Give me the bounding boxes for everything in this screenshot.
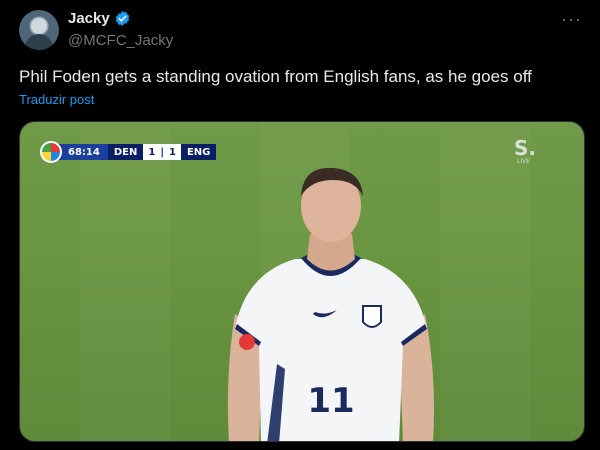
avatar-head xyxy=(31,18,47,34)
author-handle[interactable]: @MCFC_Jacky xyxy=(68,32,173,49)
pitch-stripe xyxy=(440,122,530,441)
tweet: Jacky @MCFC_Jacky ··· Phil Foden gets a … xyxy=(0,0,600,450)
author-display-name[interactable]: Jacky xyxy=(68,10,110,27)
tweet-media-video[interactable]: 68:14 DEN 1 | 1 ENG S. LIVE 11 xyxy=(19,121,585,442)
avatar[interactable] xyxy=(19,10,59,50)
tweet-text: Phil Foden gets a standing ovation from … xyxy=(19,67,532,86)
match-clock: 68:14 xyxy=(56,144,108,160)
home-score: 1 xyxy=(143,144,161,160)
away-score: 1 xyxy=(163,144,181,160)
player-figure: 11 xyxy=(227,167,434,441)
avatar-body xyxy=(25,34,53,50)
euro-patch-icon xyxy=(239,334,255,350)
away-team: ENG xyxy=(180,144,217,160)
scorebug: 68:14 DEN 1 | 1 ENG xyxy=(40,141,217,163)
home-team: DEN xyxy=(107,144,144,160)
channel-logo: S. xyxy=(513,136,536,160)
pitch-stripe xyxy=(80,122,170,441)
translate-post-link[interactable]: Traduzir post xyxy=(19,92,94,107)
channel-live-label: LIVE xyxy=(516,158,530,165)
verified-badge-icon xyxy=(115,11,129,26)
author-name-row: Jacky xyxy=(68,10,131,27)
shirt-number: 11 xyxy=(307,381,354,421)
more-options-icon[interactable]: ··· xyxy=(561,10,582,28)
euro-logo-icon xyxy=(40,141,62,163)
england-crest-icon xyxy=(362,305,382,328)
